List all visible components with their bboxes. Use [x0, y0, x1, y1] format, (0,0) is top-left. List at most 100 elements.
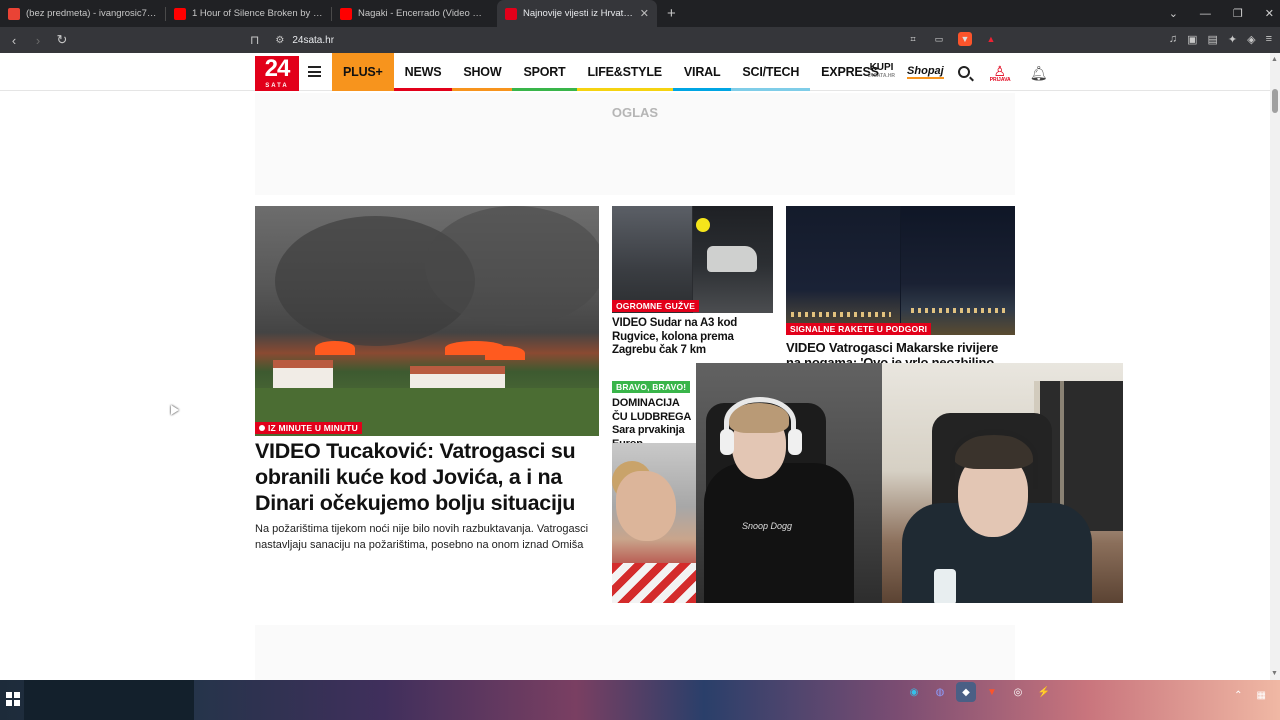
nav-underline	[452, 88, 513, 91]
tab-title: 1 Hour of Silence Broken by Skeleton	[192, 8, 323, 19]
roof-shape	[410, 366, 505, 374]
main-story-kicker: IZ MINUTE U MINUTU	[255, 422, 363, 434]
nav-item-scitech[interactable]: SCI/TECH	[731, 53, 811, 91]
bookmark-icon[interactable]: ⊓	[250, 33, 259, 47]
story3-kicker: SIGNALNE RAKETE U PODGORI	[786, 323, 932, 335]
traffic-photo	[612, 206, 692, 313]
menu-icon[interactable]: ≡	[1266, 33, 1272, 46]
new-tab-button[interactable]: +	[667, 5, 676, 22]
gmail-icon	[8, 7, 20, 20]
login-button[interactable]: ♙ PRIJAVA	[990, 64, 1011, 83]
tab-title: Nagaki - Encerrado (Video Oficial) - Y	[358, 8, 489, 19]
browser-tab[interactable]: (bez predmeta) - ivangrosic7@gmail.	[0, 0, 165, 27]
nav-underline	[393, 88, 453, 91]
nav-item-lifestyle[interactable]: LIFE&STYLE	[576, 53, 673, 91]
leo-ai-icon[interactable]: ✦	[1228, 33, 1237, 46]
chevron-up-icon[interactable]: ⌃	[1234, 690, 1242, 701]
shirt-print: Snoop Dogg	[742, 521, 793, 531]
webcam-overlay: Snoop Dogg	[696, 363, 1123, 603]
omnibox[interactable]: ⊓ ⚙ 24sata.hr	[250, 29, 1000, 51]
close-window-button[interactable]: ✕	[1265, 7, 1274, 20]
fire-shape	[485, 346, 525, 360]
face-shape	[616, 471, 676, 541]
app-icon[interactable]: ⚡	[1034, 682, 1054, 702]
roof-shape	[273, 360, 333, 368]
app-icon[interactable]: ◆	[956, 682, 976, 702]
windows-taskbar	[0, 680, 1280, 720]
nav-underline	[672, 88, 732, 91]
nav-item-viral[interactable]: VIRAL	[672, 53, 732, 91]
tab-title: (bez predmeta) - ivangrosic7@gmail.	[26, 8, 157, 19]
network-icon[interactable]: ▦	[1257, 690, 1266, 701]
nav-item-plus[interactable]: PLUS+	[332, 53, 394, 91]
sidebar-icon[interactable]: ▣	[1187, 33, 1197, 46]
headset-earcup	[788, 429, 802, 455]
mouse-cursor	[171, 405, 179, 415]
login-label: PRIJAVA	[989, 77, 1011, 83]
tab-search-icon[interactable]: ⌄	[1169, 7, 1178, 20]
story3-image[interactable]: SIGNALNE RAKETE U PODGORI	[786, 206, 1015, 335]
shopaj-link[interactable]: Shopaj	[907, 65, 944, 79]
nav-label: PLUS+	[343, 65, 383, 79]
jersey-shape	[612, 563, 696, 603]
translate-icon[interactable]: ⌗	[906, 32, 920, 46]
taskbar-search[interactable]	[24, 680, 194, 720]
fire-shape	[315, 341, 355, 355]
logo-text: 24	[264, 55, 291, 82]
url-text[interactable]: 24sata.hr	[292, 35, 334, 46]
search-icon[interactable]	[957, 66, 970, 78]
scrollbar-thumb[interactable]	[1272, 89, 1278, 113]
main-story-image[interactable]: IZ MINUTE U MINUTU	[255, 206, 599, 436]
forward-icon[interactable]: ›	[28, 33, 48, 48]
scroll-up-icon[interactable]: ▲	[1271, 56, 1278, 63]
logo-subtext: SATA	[265, 83, 289, 89]
edge-icon[interactable]: ◉	[904, 682, 924, 702]
wallet-icon[interactable]: ▤	[1207, 33, 1217, 46]
brave-shield-icon[interactable]: ▼	[958, 32, 972, 46]
main-story-headline[interactable]: VIDEO Tucaković: Vatrogasci su obranili …	[255, 438, 600, 516]
ad-banner-bottom[interactable]	[255, 625, 1015, 680]
nav-label: VIRAL	[683, 65, 721, 79]
main-story-lead[interactable]: Na požarištima tijekom noći nije bilo no…	[255, 521, 600, 553]
page-scrollbar[interactable]: ▲ ▼	[1270, 53, 1280, 680]
cast-icon[interactable]: ▭	[932, 32, 946, 46]
media-icon[interactable]: ♫	[1169, 33, 1177, 46]
windows-start-icon[interactable]	[6, 692, 20, 706]
story4-image[interactable]	[612, 443, 696, 603]
nav-item-show[interactable]: SHOW	[452, 53, 513, 91]
minimize-button[interactable]: —	[1200, 8, 1211, 20]
brave-icon[interactable]: ▼	[982, 682, 1002, 702]
bell-icon[interactable]: 🔔︎	[1030, 65, 1048, 81]
car-shape	[707, 246, 757, 272]
nav-label: SPORT	[523, 65, 566, 79]
story2-headline[interactable]: VIDEO Sudar na A3 kod Rugvice, kolona pr…	[612, 317, 774, 358]
nav-item-news[interactable]: NEWS	[393, 53, 453, 91]
browser-tab[interactable]: Nagaki - Encerrado (Video Oficial) - Y	[332, 0, 497, 27]
discord-icon[interactable]: ◍	[930, 682, 950, 702]
maximize-button[interactable]: ❐	[1233, 7, 1243, 20]
story2-image[interactable]: OGROMNE GUŽVE	[612, 206, 773, 313]
reload-icon[interactable]: ↻	[52, 32, 72, 48]
back-icon[interactable]: ‹	[4, 33, 24, 48]
kupi-link[interactable]: KUPI 24SATA.HR	[868, 63, 895, 81]
vpn-icon[interactable]: ◈	[1247, 33, 1255, 46]
24sata-icon	[505, 7, 517, 20]
microphone-shape	[934, 569, 956, 603]
youtube-icon	[340, 7, 352, 20]
browser-tab[interactable]: 1 Hour of Silence Broken by Skeleton	[166, 0, 331, 27]
close-tab-icon[interactable]: ✕	[640, 7, 649, 20]
story2-kicker: OGROMNE GUŽVE	[612, 300, 700, 312]
nav-item-sport[interactable]: SPORT	[512, 53, 577, 91]
hamburger-menu-icon[interactable]	[308, 66, 321, 77]
site-logo[interactable]: 24 SATA	[255, 56, 299, 91]
city-lights-shape	[911, 308, 1006, 313]
brave-rewards-icon[interactable]: ▲	[984, 32, 998, 46]
main-nav: PLUS+ NEWS SHOW SPORT LIFE&STYLE VIRAL S…	[332, 53, 890, 91]
tab-title: Najnovije vijesti iz Hrvatske i svij	[523, 8, 634, 19]
browser-tab-active[interactable]: Najnovije vijesti iz Hrvatske i svij ✕	[497, 0, 657, 27]
scroll-down-icon[interactable]: ▼	[1271, 670, 1278, 677]
ad-banner[interactable]: OGLAS	[255, 93, 1015, 195]
site-info-icon[interactable]: ⚙	[275, 35, 284, 46]
obs-icon[interactable]: ◎	[1008, 682, 1028, 702]
system-tray: ⌃ ▦	[1234, 690, 1266, 701]
